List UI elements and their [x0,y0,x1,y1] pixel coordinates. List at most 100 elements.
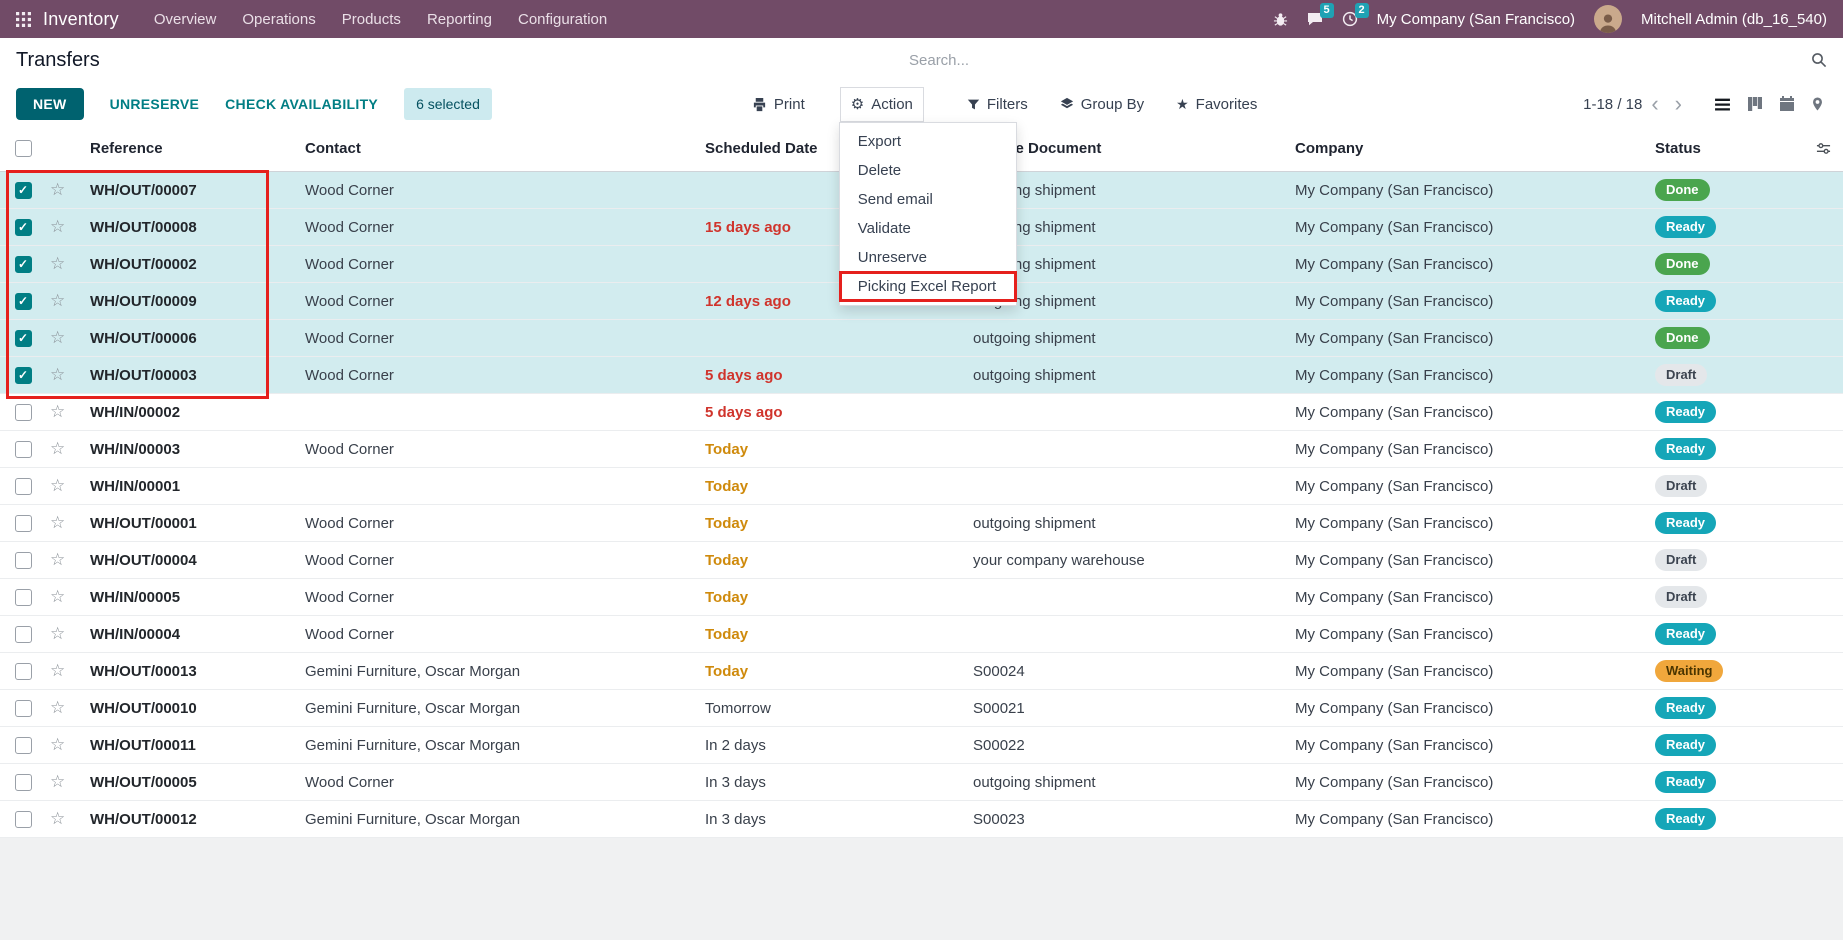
row-checkbox[interactable] [15,700,32,717]
favorite-star-icon[interactable]: ☆ [50,254,65,273]
table-row[interactable]: ☆ WH/OUT/00005 Wood Corner In 3 days out… [0,764,1843,801]
row-checkbox[interactable] [15,293,32,310]
table-row[interactable]: ☆ WH/OUT/00013 Gemini Furniture, Oscar M… [0,653,1843,690]
column-header-status[interactable]: Status [1647,140,1803,157]
row-checkbox[interactable] [15,441,32,458]
nav-menu-item[interactable]: Operations [229,2,328,37]
unreserve-button[interactable]: UNRESERVE [110,96,200,112]
favorite-star-icon[interactable]: ☆ [50,772,65,791]
row-checkbox[interactable] [15,182,32,199]
row-checkbox[interactable] [15,626,32,643]
row-checkbox[interactable] [15,515,32,532]
cell-reference: WH/OUT/00011 [82,737,297,754]
filters-button[interactable]: Filters [957,88,1038,121]
favorite-star-icon[interactable]: ☆ [50,180,65,199]
favorite-star-icon[interactable]: ☆ [50,513,65,532]
table-row[interactable]: ☆ WH/OUT/00011 Gemini Furniture, Oscar M… [0,727,1843,764]
favorite-star-icon[interactable]: ☆ [50,809,65,828]
status-badge: Waiting [1655,660,1723,683]
action-menu-item[interactable]: Delete [840,156,1016,185]
optional-columns-icon[interactable] [1803,141,1843,156]
row-checkbox[interactable] [15,330,32,347]
avatar[interactable] [1594,5,1622,33]
table-row[interactable]: ☆ WH/OUT/00012 Gemini Furniture, Oscar M… [0,801,1843,838]
column-header-reference[interactable]: Reference [82,140,297,157]
favorite-star-icon[interactable]: ☆ [50,328,65,347]
nav-menu-item[interactable]: Reporting [414,2,505,37]
row-checkbox[interactable] [15,774,32,791]
user-menu[interactable]: Mitchell Admin (db_16_540) [1641,11,1827,28]
row-checkbox[interactable] [15,404,32,421]
action-button[interactable]: ⚙ Action [841,88,923,121]
favorite-star-icon[interactable]: ☆ [50,476,65,495]
cell-company: My Company (San Francisco) [1287,367,1647,384]
favorite-star-icon[interactable]: ☆ [50,365,65,384]
action-menu-item[interactable]: Export [840,127,1016,156]
company-switcher[interactable]: My Company (San Francisco) [1377,11,1575,28]
favorite-star-icon[interactable]: ☆ [50,698,65,717]
favorite-star-icon[interactable]: ☆ [50,735,65,754]
cell-contact: Wood Corner [297,293,697,310]
action-menu-item[interactable]: Picking Excel Report [840,272,1016,301]
favorites-button[interactable]: ★ Favorites [1166,88,1267,121]
table-row[interactable]: ☆ WH/OUT/00010 Gemini Furniture, Oscar M… [0,690,1843,727]
status-badge: Ready [1655,290,1716,313]
messages-icon[interactable]: 5 [1307,11,1323,27]
row-checkbox[interactable] [15,811,32,828]
favorite-star-icon[interactable]: ☆ [50,439,65,458]
search-icon[interactable] [1811,52,1827,68]
pager-previous-icon[interactable]: ‹ [1644,93,1665,115]
table-row[interactable]: ☆ WH/IN/00005 Wood Corner Today My Compa… [0,579,1843,616]
kanban-view-icon[interactable] [1744,92,1766,116]
column-header-company[interactable]: Company [1287,140,1647,157]
row-checkbox[interactable] [15,478,32,495]
app-name[interactable]: Inventory [43,9,119,30]
debug-bug-icon[interactable] [1273,12,1288,27]
favorite-star-icon[interactable]: ☆ [50,587,65,606]
favorite-star-icon[interactable]: ☆ [50,550,65,569]
favorite-star-icon[interactable]: ☆ [50,402,65,421]
favorite-star-icon[interactable]: ☆ [50,661,65,680]
row-checkbox[interactable] [15,367,32,384]
print-button[interactable]: Print [742,88,815,121]
status-badge: Done [1655,327,1710,350]
group-by-button[interactable]: Group By [1050,88,1154,121]
table-row[interactable]: ☆ WH/OUT/00006 Wood Corner outgoing ship… [0,320,1843,357]
row-checkbox[interactable] [15,552,32,569]
table-row[interactable]: ☆ WH/IN/00002 5 days ago My Company (San… [0,394,1843,431]
new-button[interactable]: NEW [16,88,84,120]
column-header-contact[interactable]: Contact [297,140,697,157]
nav-menu-item[interactable]: Configuration [505,2,620,37]
row-checkbox[interactable] [15,256,32,273]
apps-grid-icon[interactable] [16,12,31,27]
table-row[interactable]: ☆ WH/OUT/00001 Wood Corner Today outgoin… [0,505,1843,542]
nav-menu-item[interactable]: Overview [141,2,230,37]
cell-reference: WH/OUT/00004 [82,552,297,569]
table-row[interactable]: ☆ WH/IN/00001 Today My Company (San Fran… [0,468,1843,505]
table-row[interactable]: ☆ WH/OUT/00004 Wood Corner Today your co… [0,542,1843,579]
table-row[interactable]: ☆ WH/OUT/00003 Wood Corner 5 days ago ou… [0,357,1843,394]
action-menu-item[interactable]: Validate [840,214,1016,243]
table-row[interactable]: ☆ WH/IN/00004 Wood Corner Today My Compa… [0,616,1843,653]
action-label: Action [871,96,913,113]
action-menu-item[interactable]: Unreserve [840,243,1016,272]
nav-menu-item[interactable]: Products [329,2,414,37]
row-checkbox[interactable] [15,589,32,606]
status-badge: Done [1655,253,1710,276]
row-checkbox[interactable] [15,663,32,680]
search-input[interactable] [909,52,1801,69]
check-availability-button[interactable]: CHECK AVAILABILITY [225,96,378,112]
favorite-star-icon[interactable]: ☆ [50,624,65,643]
activities-clock-icon[interactable]: 2 [1342,11,1358,27]
table-row[interactable]: ☆ WH/IN/00003 Wood Corner Today My Compa… [0,431,1843,468]
favorite-star-icon[interactable]: ☆ [50,291,65,310]
map-view-icon[interactable] [1808,92,1827,116]
action-menu-item[interactable]: Send email [840,185,1016,214]
pager-next-icon[interactable]: › [1668,93,1689,115]
row-checkbox[interactable] [15,219,32,236]
select-all-checkbox[interactable] [15,140,32,157]
calendar-view-icon[interactable] [1776,92,1798,116]
list-view-icon[interactable] [1711,92,1734,117]
favorite-star-icon[interactable]: ☆ [50,217,65,236]
row-checkbox[interactable] [15,737,32,754]
